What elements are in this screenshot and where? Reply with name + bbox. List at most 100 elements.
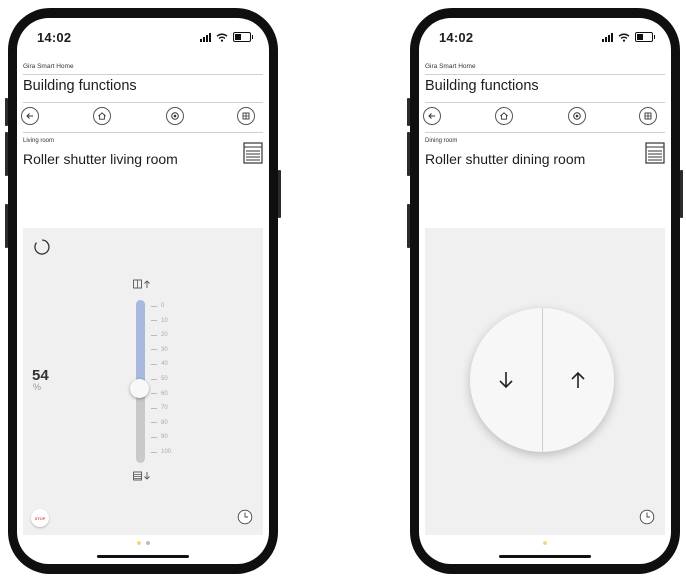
power-button [278,170,281,218]
battery-icon [233,32,253,42]
app-name: Gira Smart Home [23,63,74,70]
room-label: Living room [23,138,55,144]
home-icon [500,112,508,120]
side-button [5,204,8,248]
phone-right: 14:02 Gira Smart Home Building functions [407,8,683,574]
move-up-button[interactable] [542,308,614,452]
scale-tick: 80 [151,420,168,426]
clock-time: 14:02 [37,29,72,45]
page-title: Building functions [425,78,539,94]
clock-time: 14:02 [439,29,474,45]
control-panel: 54 % 0 10 20 30 40 50 60 70 80 90 100 STOP [23,228,263,535]
control-panel [425,228,665,535]
grid-icon [242,112,250,120]
back-button[interactable] [21,107,39,125]
position-slider-fill [136,300,145,389]
signal-icon [602,32,613,42]
divider [23,132,263,133]
home-button[interactable] [495,107,513,125]
position-slider-handle[interactable] [130,378,149,398]
position-unit: % [33,382,42,392]
scale-tick: 60 [151,391,168,397]
scale-label: 10 [161,317,168,324]
home-button[interactable] [93,107,111,125]
device-title: Roller shutter dining room [425,151,586,167]
page-indicator [419,541,671,545]
home-indicator[interactable] [499,555,591,558]
scale-tick: 30 [151,347,168,353]
divider [425,132,665,133]
scale-tick: 50 [151,376,168,382]
scale-tick: 90 [151,434,168,440]
scale-label: 70 [161,405,168,412]
settings-button[interactable] [568,107,586,125]
scale-label: 40 [161,361,168,368]
grid-button[interactable] [639,107,657,125]
volume-up-button [407,98,410,126]
divider [425,74,665,75]
nav-bar [21,107,265,129]
battery-icon [635,32,655,42]
grid-icon [644,112,652,120]
power-button [680,170,683,218]
page-dot-active[interactable] [136,541,141,545]
screen: 14:02 Gira Smart Home Building functions [17,18,269,564]
scale-label: 100 [161,449,172,455]
device-title: Roller shutter living room [23,151,178,167]
wifi-icon [618,33,630,42]
page-indicator [17,541,269,545]
volume-down-button [5,132,8,176]
clock-icon[interactable] [639,509,655,525]
divider [23,74,263,75]
status-bar: 14:02 [439,26,655,48]
loading-icon [34,239,50,255]
scale-tick: 100 [151,449,171,455]
scale-label: 90 [161,434,168,441]
page-dot-active[interactable] [543,541,547,545]
clock-icon[interactable] [237,509,253,525]
scale-label: 80 [161,419,168,426]
scale-label: 20 [161,332,168,339]
grid-button[interactable] [237,107,255,125]
arrow-down-icon [499,372,513,389]
scale-tick: 40 [151,361,168,367]
roller-shutter-icon[interactable] [645,142,665,164]
stop-button[interactable]: STOP [31,509,49,527]
shutter-control-dial [470,308,614,452]
side-button [407,204,410,248]
roller-shutter-icon[interactable] [243,142,263,164]
scale-label: 60 [161,390,168,397]
scale-tick: 70 [151,405,168,411]
phone-left: 14:02 Gira Smart Home Building functions [5,8,281,574]
app-name: Gira Smart Home [425,63,476,70]
divider [425,102,665,103]
home-indicator[interactable] [97,555,189,558]
volume-down-button [407,132,410,176]
shutter-open-icon [133,279,150,289]
settings-icon [171,112,179,120]
nav-bar [423,107,667,129]
arrow-up-icon [571,371,585,388]
wifi-icon [216,33,228,42]
back-button[interactable] [423,107,441,125]
room-label: Dining room [425,138,458,144]
home-icon [98,112,106,120]
scale-label: 50 [161,376,168,382]
divider [23,102,263,103]
signal-icon [200,32,211,42]
back-arrow-icon [428,113,435,119]
scale-tick: 0 [151,303,164,309]
page-title: Building functions [23,78,137,94]
scale-label: 30 [161,346,168,353]
settings-icon [573,112,581,120]
page-dot[interactable] [145,541,150,545]
screen: 14:02 Gira Smart Home Building functions [419,18,671,564]
move-down-button[interactable] [470,308,542,452]
back-arrow-icon [26,113,33,119]
settings-button[interactable] [166,107,184,125]
scale-tick: 10 [151,318,168,324]
scale-tick: 20 [151,332,168,338]
volume-up-button [5,98,8,126]
scale-label: 0 [161,303,165,309]
shutter-closed-icon [133,471,150,481]
